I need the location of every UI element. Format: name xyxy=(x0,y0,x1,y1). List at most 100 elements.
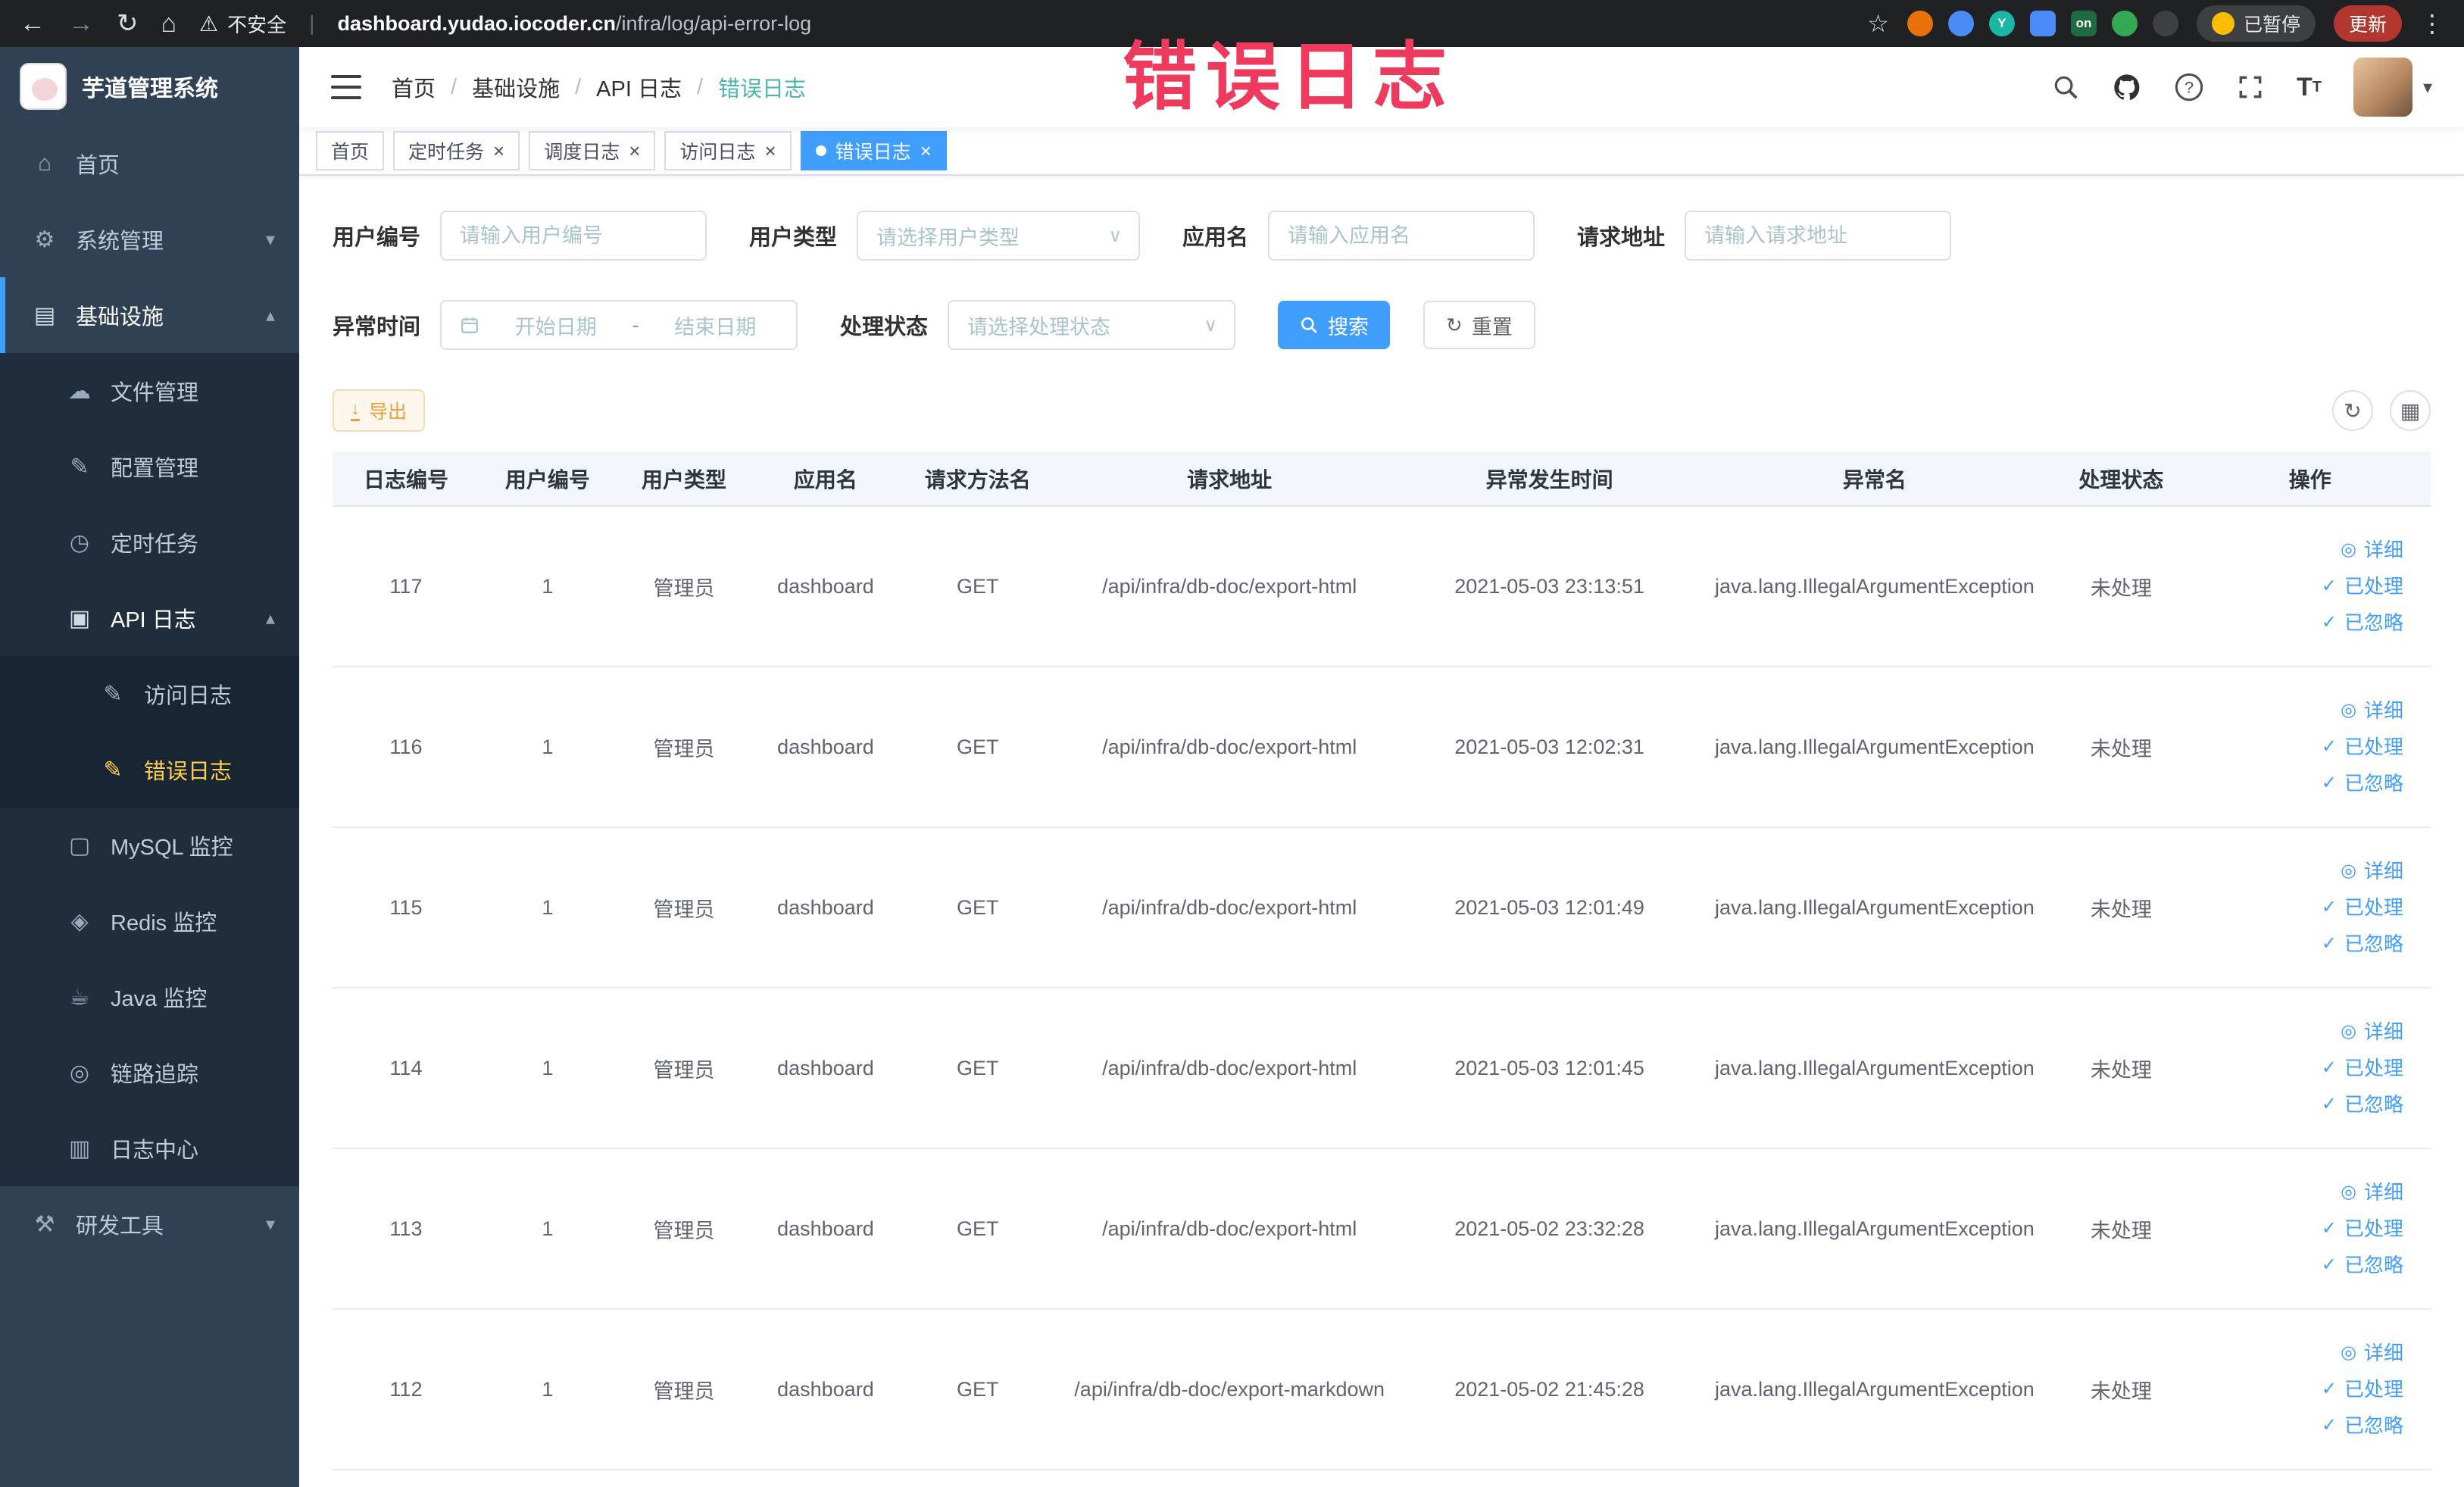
table-row: 117 1 管理员 dashboard GET /api/infra/db-do… xyxy=(333,506,2431,667)
cell-status: 未处理 xyxy=(2053,988,2190,1149)
exception-time-range[interactable]: 开始日期 - 结束日期 xyxy=(440,300,798,350)
chevron-down-icon: ∨ xyxy=(1108,225,1123,246)
processed-link[interactable]: ✓ 已处理 xyxy=(2194,1050,2403,1086)
processed-link[interactable]: ✓ 已处理 xyxy=(2194,729,2403,765)
sidebar-item-dev-tools[interactable]: ⚒ 研发工具 ▾ xyxy=(0,1186,299,1262)
reload-icon[interactable]: ↻ xyxy=(117,8,139,39)
sidebar-item-home[interactable]: ⌂ 首页 xyxy=(0,126,299,201)
view-icon: ◎ xyxy=(2341,1342,2356,1363)
close-icon[interactable]: × xyxy=(764,141,776,161)
close-icon[interactable]: × xyxy=(493,141,504,161)
extension-paw-icon[interactable] xyxy=(2152,11,2178,36)
back-icon[interactable]: ← xyxy=(20,9,45,39)
sidebar-item-label: 文件管理 xyxy=(111,381,199,405)
tab-scheduled-tasks[interactable]: 定时任务 × xyxy=(393,131,520,170)
forward-icon[interactable]: → xyxy=(68,9,94,39)
search-icon[interactable] xyxy=(2051,73,2080,102)
detail-link[interactable]: ◎ 详细 xyxy=(2194,1335,2403,1371)
breadcrumb-infrastructure[interactable]: 基础设施 xyxy=(472,71,560,103)
detail-link[interactable]: ◎ 详细 xyxy=(2194,692,2403,729)
column-header: 操作 xyxy=(2189,451,2431,507)
sidebar-item-redis-monitor[interactable]: ◈ Redis 监控 xyxy=(0,883,299,959)
cell-status: 未处理 xyxy=(2053,1309,2190,1470)
ignored-link[interactable]: ✓ 已忽略 xyxy=(2194,1247,2403,1283)
extension-grid-icon[interactable] xyxy=(2029,11,2056,36)
help-icon[interactable]: ? xyxy=(2174,72,2204,102)
paused-button[interactable]: 已暂停 xyxy=(2196,5,2316,42)
sidebar-item-error-logs[interactable]: ✎ 错误日志 xyxy=(0,732,299,808)
browser-menu-icon[interactable]: ⋮ xyxy=(2420,9,2444,38)
export-button[interactable]: ↓ 导出 xyxy=(333,389,426,432)
sidebar-item-file-management[interactable]: ☁ 文件管理 xyxy=(0,353,299,429)
fullscreen-icon[interactable] xyxy=(2236,73,2265,102)
process-status-select[interactable]: 请选择处理状态 ∨ xyxy=(948,300,1236,350)
sidebar-item-api-logs[interactable]: ▣ API 日志 ▴ xyxy=(0,580,299,656)
update-button[interactable]: 更新 xyxy=(2333,5,2402,42)
sidebar-item-scheduled-tasks[interactable]: ◷ 定时任务 xyxy=(0,505,299,580)
sidebar-item-link-tracing[interactable]: ◎ 链路追踪 xyxy=(0,1035,299,1111)
cell-log-id: 112 xyxy=(333,1309,479,1470)
sidebar-item-mysql-monitor[interactable]: ▢ MySQL 监控 xyxy=(0,808,299,883)
ignored-link[interactable]: ✓ 已忽略 xyxy=(2194,1407,2403,1444)
close-icon[interactable]: × xyxy=(629,141,640,161)
tagbar: 首页 定时任务 × 调度日志 × 访问日志 × 错误日志 × xyxy=(299,127,2464,176)
request-url-input[interactable] xyxy=(1685,211,1952,261)
extension-drop-icon[interactable] xyxy=(1947,11,1974,36)
chevron-up-icon: ▴ xyxy=(265,608,275,629)
user-id-input[interactable] xyxy=(440,211,707,261)
ignored-link[interactable]: ✓ 已忽略 xyxy=(2194,1086,2403,1123)
tab-home[interactable]: 首页 xyxy=(316,131,385,170)
close-icon[interactable]: × xyxy=(920,141,932,161)
github-icon[interactable] xyxy=(2112,72,2142,102)
home-icon: ⌂ xyxy=(37,151,52,176)
column-settings-button[interactable]: ▦ xyxy=(2390,390,2431,431)
reset-button[interactable]: ↻ 重置 xyxy=(1423,301,1535,349)
extension-leaf-icon[interactable] xyxy=(2111,11,2138,36)
app-name-input[interactable] xyxy=(1268,211,1535,261)
sidebar-item-system-management[interactable]: ⚙ 系统管理 ▾ xyxy=(0,201,299,277)
table-row: 116 1 管理员 dashboard GET /api/infra/db-do… xyxy=(333,667,2431,828)
start-date-placeholder: 开始日期 xyxy=(514,315,597,339)
sidebar-item-java-monitor[interactable]: ☕ Java 监控 xyxy=(0,959,299,1035)
processed-link[interactable]: ✓ 已处理 xyxy=(2194,889,2403,926)
ignored-link[interactable]: ✓ 已忽略 xyxy=(2194,926,2403,962)
detail-link[interactable]: ◎ 详细 xyxy=(2194,532,2403,568)
cell-app-name: dashboard xyxy=(751,827,899,989)
cell-status: 未处理 xyxy=(2053,1148,2190,1310)
detail-link-label: 详细 xyxy=(2363,1181,2403,1204)
processed-link[interactable]: ✓ 已处理 xyxy=(2194,1211,2403,1247)
ignored-link[interactable]: ✓ 已忽略 xyxy=(2194,765,2403,801)
security-status[interactable]: ⚠ 不安全 xyxy=(199,10,286,38)
tab-api-error-log[interactable]: 错误日志 × xyxy=(800,131,947,170)
refresh-table-button[interactable]: ↻ xyxy=(2332,390,2373,431)
page-content: 用户编号 用户类型 请选择用户类型 ∨ 应用名 xyxy=(299,176,2464,1487)
ignored-link[interactable]: ✓ 已忽略 xyxy=(2194,604,2403,641)
home-icon[interactable]: ⌂ xyxy=(161,9,177,39)
detail-link[interactable]: ◎ 详细 xyxy=(2194,1014,2403,1050)
address-bar[interactable]: dashboard.yudao.iocoder.cn/infra/log/api… xyxy=(337,12,811,36)
search-button[interactable]: 搜索 xyxy=(1278,301,1391,349)
content-column: 首页 / 基础设施 / API 日志 / 错误日志 ? T T ▾ 首页 定时任… xyxy=(299,47,2464,1487)
extension-orange-icon[interactable] xyxy=(1907,11,1933,36)
user-type-select[interactable]: 请选择用户类型 ∨ xyxy=(857,211,1141,261)
check-icon: ✓ xyxy=(2321,1094,2337,1114)
detail-link[interactable]: ◎ 详细 xyxy=(2194,1174,2403,1211)
bookmark-star-icon[interactable]: ☆ xyxy=(1867,9,1889,38)
sidebar-item-config-management[interactable]: ✎ 配置管理 xyxy=(0,429,299,505)
sidebar-item-access-logs[interactable]: ✎ 访问日志 xyxy=(0,656,299,732)
hamburger-icon[interactable] xyxy=(331,75,361,99)
breadcrumb-home[interactable]: 首页 xyxy=(392,71,436,103)
extension-teal-icon[interactable]: Y xyxy=(1988,11,2015,36)
sidebar-item-infrastructure[interactable]: ▤ 基础设施 ▴ xyxy=(0,277,299,353)
sidebar-item-log-center[interactable]: ▥ 日志中心 xyxy=(0,1111,299,1186)
user-menu[interactable]: ▾ xyxy=(2353,58,2432,117)
tab-schedule-log[interactable]: 调度日志 × xyxy=(529,131,656,170)
extension-on-icon[interactable]: on xyxy=(2070,11,2097,36)
breadcrumb-api-logs[interactable]: API 日志 xyxy=(596,71,682,103)
processed-link[interactable]: ✓ 已处理 xyxy=(2194,568,2403,604)
font-size-icon[interactable]: TT xyxy=(2297,73,2322,102)
active-dot xyxy=(815,145,826,156)
tab-api-access-log[interactable]: 访问日志 × xyxy=(664,131,792,170)
processed-link[interactable]: ✓ 已处理 xyxy=(2194,1371,2403,1407)
detail-link[interactable]: ◎ 详细 xyxy=(2194,853,2403,889)
